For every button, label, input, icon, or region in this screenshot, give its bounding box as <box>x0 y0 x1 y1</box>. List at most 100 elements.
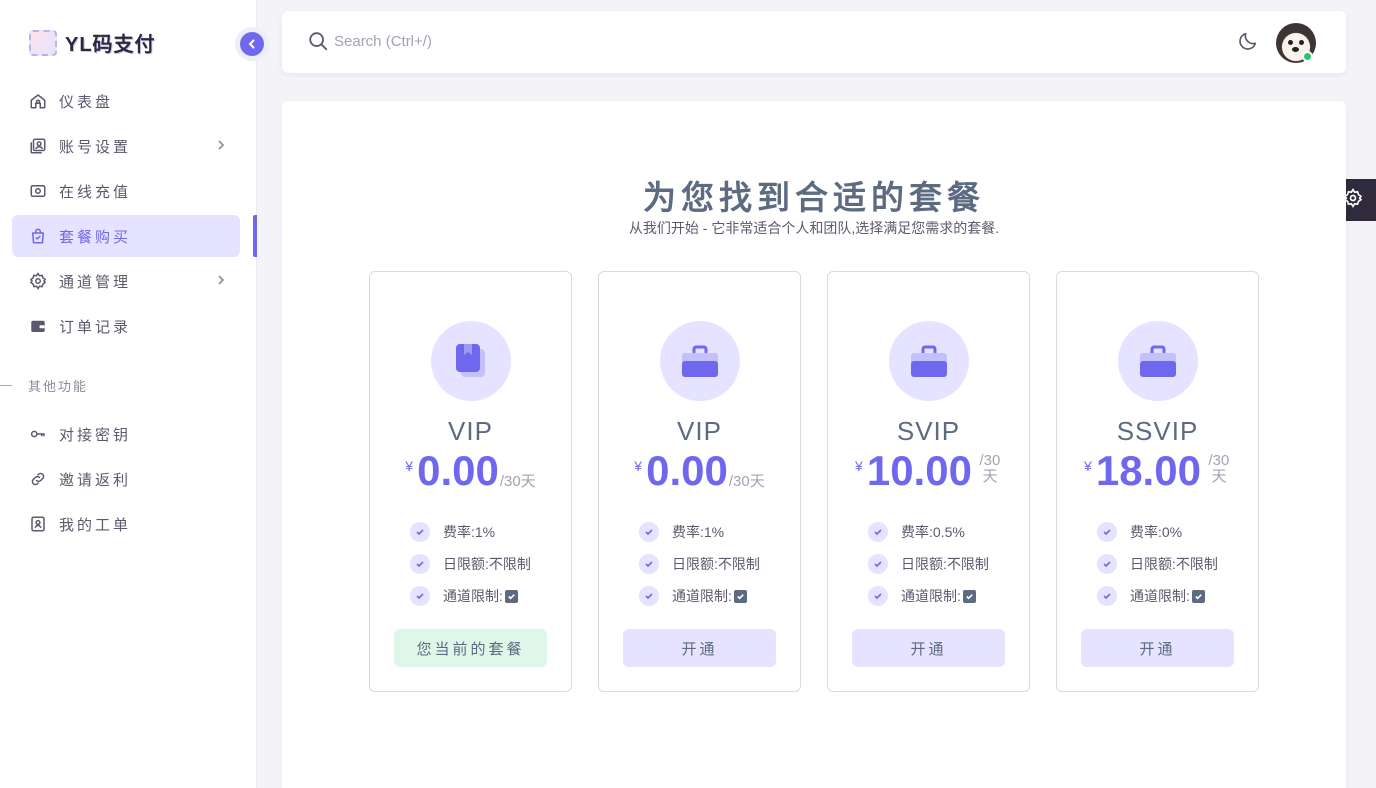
feature-label: 日限额: <box>1130 556 1176 572</box>
plan-price: ¥ 10.00 /30 天 <box>828 448 1029 494</box>
recharge-icon <box>29 182 47 200</box>
sidebar-collapse-button[interactable] <box>235 27 269 61</box>
sidebar-item-package-purchase[interactable]: 套餐购买 <box>12 215 240 257</box>
feature-channel-limit: 通道限制: <box>410 580 531 612</box>
chevron-left-icon <box>240 32 264 56</box>
currency-symbol: ¥ <box>405 458 414 474</box>
price-period-unit: 天 <box>1211 468 1227 485</box>
feature-value: 1% <box>474 524 496 540</box>
sidebar: YL码支付 仪表盘 账号设置 在线充值 套餐购买 通道管理 订单记录 其他功能 … <box>0 0 257 788</box>
book-icon <box>431 321 511 401</box>
currency-symbol: ¥ <box>855 458 863 474</box>
section-label-text: 其他功能 <box>28 379 89 394</box>
price-amount: 10.00 <box>866 447 972 494</box>
checkbox-checked-icon <box>962 589 976 603</box>
price-period: /30天 <box>1207 453 1231 485</box>
sidebar-item-referral[interactable]: 邀请返利 <box>12 458 240 500</box>
open-plan-button[interactable]: 开通 <box>852 629 1005 667</box>
sidebar-item-label: 仪表盘 <box>59 93 114 111</box>
feature-label: 日限额: <box>901 556 947 572</box>
price-period-number: /30 <box>979 452 1001 469</box>
briefcase-icon <box>889 321 969 401</box>
avatar-eye <box>1288 40 1293 45</box>
check-icon <box>410 522 430 542</box>
sidebar-item-tickets[interactable]: 我的工单 <box>12 503 240 545</box>
top-navbar <box>282 11 1346 73</box>
plan-price: ¥ 18.00 /30 天 <box>1057 448 1258 494</box>
feature-value: 0.5% <box>932 524 965 540</box>
plan-card-vip: VIP ¥ 0.00 /30天 费率: 1% 日限额: 不限制 通道限制: 开通 <box>598 271 801 692</box>
plan-name: SSVIP <box>1116 416 1199 446</box>
feature-channel-limit: 通道限制: <box>1097 580 1218 612</box>
sidebar-item-dashboard[interactable]: 仪表盘 <box>12 80 240 122</box>
currency-symbol: ¥ <box>1084 458 1092 474</box>
feature-label: 费率: <box>1130 524 1162 540</box>
ticket-icon <box>29 515 47 533</box>
briefcase-icon <box>1118 321 1198 401</box>
sidebar-item-label: 账号设置 <box>59 138 132 156</box>
sidebar-item-account-settings[interactable]: 账号设置 <box>12 125 240 167</box>
feature-daily-limit: 日限额: 不限制 <box>1097 548 1218 580</box>
briefcase-icon <box>660 321 740 401</box>
check-icon <box>639 586 659 606</box>
sidebar-item-order-records[interactable]: 订单记录 <box>12 305 240 347</box>
sidebar-item-label: 我的工单 <box>59 516 132 534</box>
open-plan-button[interactable]: 开通 <box>1081 629 1234 667</box>
plan-features: 费率: 0.5% 日限额: 不限制 通道限制: <box>868 516 989 612</box>
feature-value: 不限制 <box>1175 556 1218 572</box>
page-title: 为您找到合适的套餐 <box>643 179 985 216</box>
price-period: /30天 <box>978 453 1002 485</box>
current-plan-button[interactable]: 您当前的套餐 <box>394 629 547 667</box>
search-input[interactable] <box>334 29 834 53</box>
price-amount: 0.00 <box>417 447 499 494</box>
moon-icon[interactable] <box>1237 30 1259 57</box>
check-icon <box>868 586 888 606</box>
sidebar-item-label: 对接密钥 <box>59 426 132 444</box>
brand-logo <box>29 29 57 56</box>
plan-name: VIP <box>677 416 722 446</box>
section-label-other: 其他功能 <box>0 376 88 395</box>
avatar-nose <box>1292 47 1299 52</box>
feature-fee-rate: 费率: 0.5% <box>868 516 989 548</box>
brand-name: YL码支付 <box>65 34 156 56</box>
checkbox-checked-icon <box>1191 589 1205 603</box>
feature-label: 通道限制: <box>901 588 961 604</box>
chevron-right-icon <box>216 273 226 291</box>
feature-fee-rate: 费率: 1% <box>410 516 531 548</box>
feature-label: 费率: <box>672 524 704 540</box>
check-icon <box>1097 522 1117 542</box>
check-icon <box>1097 586 1117 606</box>
brand[interactable]: YL码支付 <box>29 28 156 57</box>
feature-daily-limit: 日限额: 不限制 <box>410 548 531 580</box>
page-subtitle: 从我们开始 - 它非常适合个人和团队,选择满足您需求的套餐. <box>628 220 1000 236</box>
plan-name: VIP <box>448 416 493 446</box>
feature-label: 通道限制: <box>1130 588 1190 604</box>
feature-value: 不限制 <box>488 556 531 572</box>
check-icon <box>410 554 430 574</box>
feature-channel-limit: 通道限制: <box>639 580 760 612</box>
feature-value: 0% <box>1161 524 1183 540</box>
price-period: /30天 <box>499 473 536 490</box>
sidebar-item-label: 订单记录 <box>59 318 132 336</box>
plan-features: 费率: 1% 日限额: 不限制 通道限制: <box>410 516 531 612</box>
feature-value: 不限制 <box>946 556 989 572</box>
plan-name: SVIP <box>896 416 961 446</box>
price-amount: 18.00 <box>1095 447 1201 494</box>
checkbox-checked-icon <box>733 589 747 603</box>
open-plan-button[interactable]: 开通 <box>623 629 776 667</box>
feature-label: 费率: <box>443 524 475 540</box>
price-amount: 0.00 <box>646 447 728 494</box>
sidebar-item-api-keys[interactable]: 对接密钥 <box>12 413 240 455</box>
sidebar-item-channel-management[interactable]: 通道管理 <box>12 260 240 302</box>
plan-features: 费率: 1% 日限额: 不限制 通道限制: <box>639 516 760 612</box>
check-icon <box>639 522 659 542</box>
account-icon <box>29 137 47 155</box>
sidebar-item-recharge[interactable]: 在线充值 <box>12 170 240 212</box>
check-icon <box>868 522 888 542</box>
online-status-badge <box>1302 51 1313 62</box>
sidebar-item-label: 通道管理 <box>59 273 132 291</box>
currency-symbol: ¥ <box>634 458 643 474</box>
section-divider <box>0 385 12 386</box>
plan-features: 费率: 0% 日限额: 不限制 通道限制: <box>1097 516 1218 612</box>
search-icon[interactable] <box>307 30 329 57</box>
